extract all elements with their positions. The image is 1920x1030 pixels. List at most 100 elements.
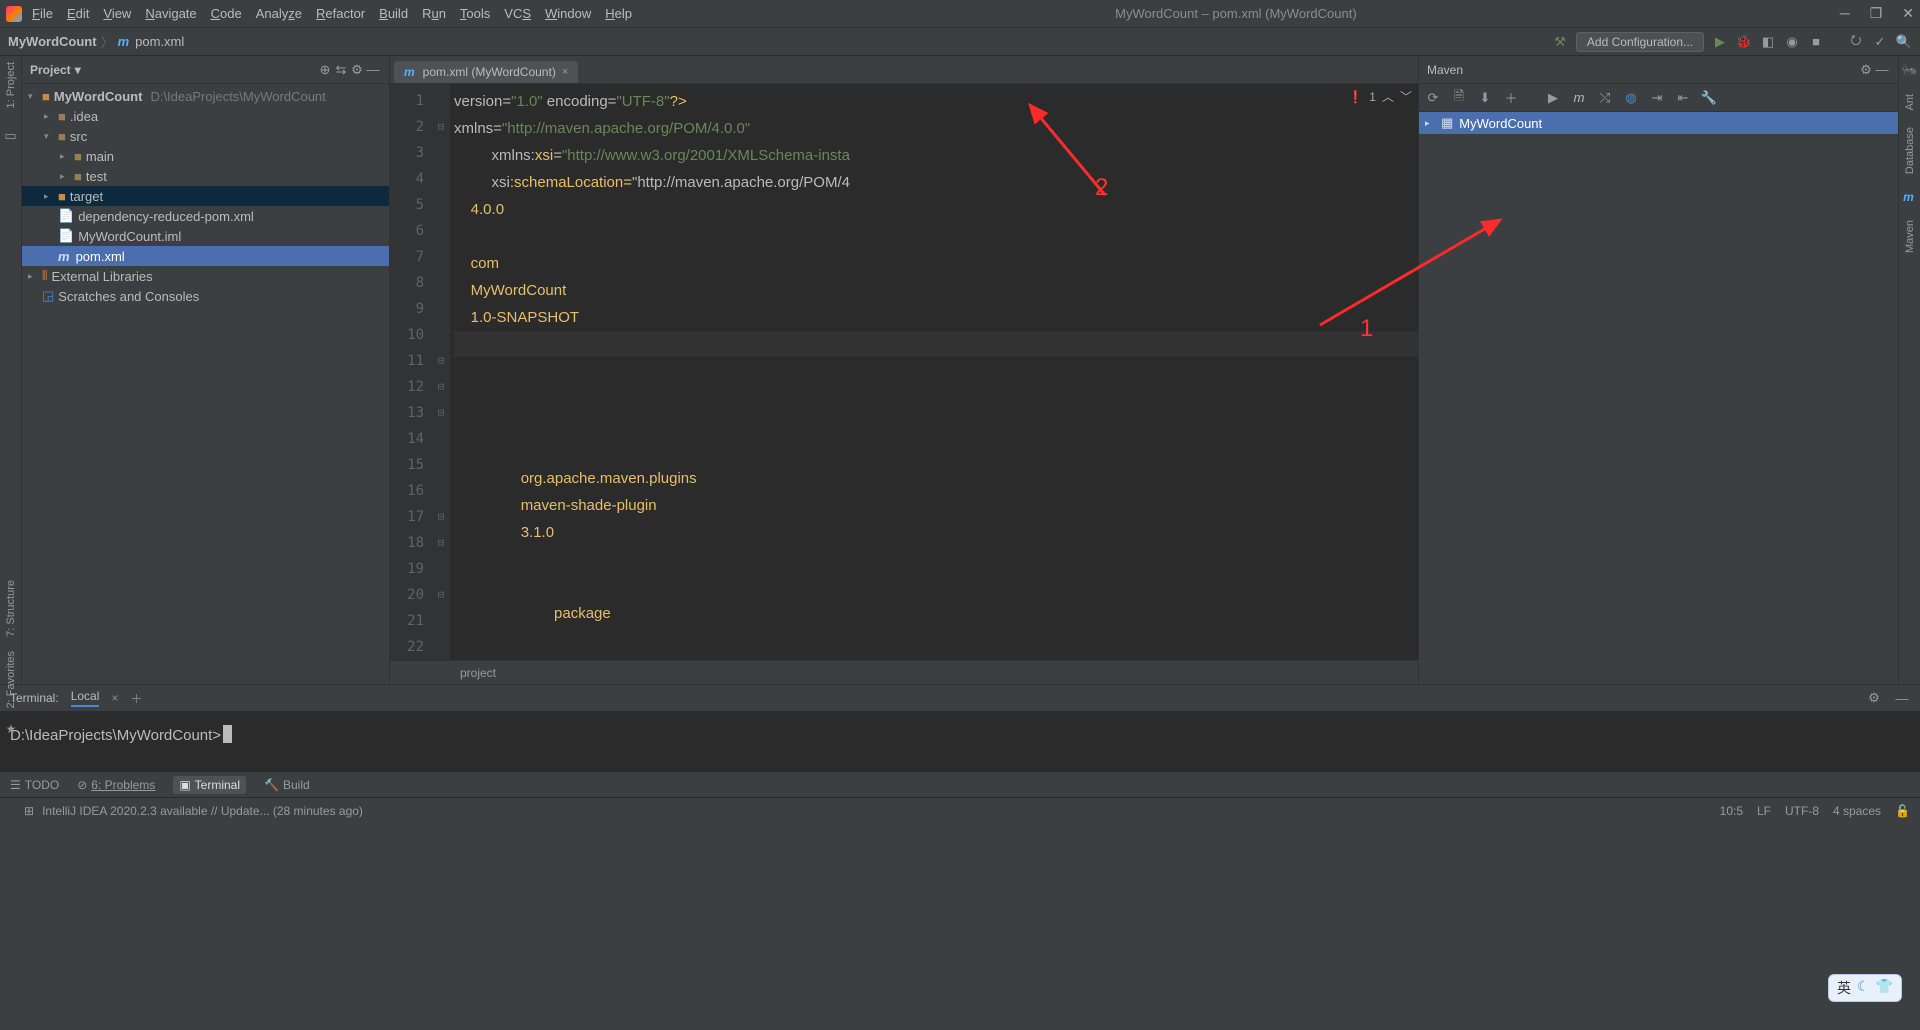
editor-breadcrumb[interactable]: project [390, 660, 1418, 684]
generate-sources-icon[interactable]: 🗎 [1451, 90, 1467, 106]
status-message[interactable]: IntelliJ IDEA 2020.2.3 available // Upda… [42, 804, 363, 818]
maven-tool-window: Maven ⚙ — ⟳ 🗎 ⬇ ＋ ▶ m ⤭ ◍ ⇥ ⇤ 🔧 ▸ ▦ MyWo… [1418, 56, 1898, 684]
close-tab-icon[interactable]: × [562, 66, 568, 78]
tree-idea[interactable]: ▸■.idea [22, 106, 389, 126]
search-icon[interactable]: 🔍 [1896, 34, 1912, 50]
run-maven-icon[interactable]: ▶ [1545, 90, 1561, 106]
build-hammer-icon[interactable]: ⚒ [1552, 34, 1568, 50]
tree-iml[interactable]: 📄MyWordCount.iml [22, 226, 389, 246]
main-menu: File Edit View Navigate Code Analyze Ref… [32, 6, 632, 21]
add-configuration-button[interactable]: Add Configuration... [1576, 32, 1704, 52]
maven-hide-icon[interactable]: — [1874, 62, 1890, 78]
maven-gear-icon[interactable]: ⚙ [1858, 62, 1874, 78]
maven-panel-title: Maven [1427, 63, 1463, 77]
tree-pom[interactable]: mpom.xml [22, 246, 389, 266]
menu-file[interactable]: File [32, 6, 53, 21]
editor[interactable]: 12345678910111213141516171819202122 ⊟⊟⊟⊟… [390, 84, 1418, 660]
expand-all-icon[interactable]: ⇤ [1675, 90, 1691, 106]
error-indicator-icon[interactable]: ❗ [1348, 90, 1363, 104]
hide-icon[interactable]: — [365, 62, 381, 78]
add-icon[interactable]: ＋ [1503, 90, 1519, 106]
left-tab-favorites[interactable]: 2: Favorites [5, 651, 17, 708]
ant-icon[interactable]: 🐜 [1902, 62, 1918, 78]
stop-icon[interactable]: ■ [1808, 34, 1824, 50]
star-icon[interactable]: ★ [6, 722, 17, 736]
maven-stripe-icon[interactable]: m [1903, 190, 1914, 204]
nav-up-icon[interactable]: ︿ [1382, 88, 1394, 105]
status-caret-pos[interactable]: 10:5 [1720, 804, 1743, 818]
bottom-build[interactable]: 🔨 Build [264, 778, 310, 792]
menu-code[interactable]: Code [211, 6, 242, 21]
right-tab-ant[interactable]: Ant [1904, 94, 1916, 111]
menu-tools[interactable]: Tools [460, 6, 490, 21]
status-tool-windows-icon[interactable]: ⊞ [24, 804, 34, 818]
show-deps-icon[interactable]: ◍ [1623, 90, 1639, 106]
tree-root[interactable]: ▾■MyWordCountD:\IdeaProjects\MyWordCount [22, 86, 389, 106]
expand-icon[interactable]: ⇆ [333, 62, 349, 78]
debug-icon[interactable]: 🐞 [1736, 34, 1752, 50]
close-icon[interactable]: ✕ [1902, 5, 1914, 22]
menu-window[interactable]: Window [545, 6, 591, 21]
status-lock-icon[interactable]: 🔓 [1895, 804, 1910, 818]
menu-navigate[interactable]: Navigate [145, 6, 196, 21]
terminal-body[interactable]: D:\IdeaProjects\MyWordCount> [0, 711, 1920, 771]
nav-down-icon[interactable]: ﹀ [1400, 88, 1412, 105]
skip-tests-icon[interactable]: ⤭ [1597, 90, 1613, 106]
tree-dep-pom[interactable]: 📄dependency-reduced-pom.xml [22, 206, 389, 226]
code-content[interactable]: version="1.0" encoding="UTF-8"?> xmlns="… [450, 84, 1418, 660]
left-tab-project[interactable]: 1: Project [5, 62, 17, 108]
right-tab-database[interactable]: Database [1904, 127, 1916, 174]
bottom-terminal[interactable]: ▣ Terminal [173, 776, 246, 794]
project-tree[interactable]: ▾■MyWordCountD:\IdeaProjects\MyWordCount… [22, 84, 389, 684]
maven-toolbar: ⟳ 🗎 ⬇ ＋ ▶ m ⤭ ◍ ⇥ ⇤ 🔧 [1419, 84, 1898, 112]
right-tab-maven[interactable]: Maven [1904, 220, 1916, 253]
menu-help[interactable]: Help [605, 6, 632, 21]
ime-indicator[interactable]: 英 ☾ 👕 [1828, 974, 1902, 1002]
menu-run[interactable]: Run [422, 6, 446, 21]
profile-icon[interactable]: ◉ [1784, 34, 1800, 50]
download-icon[interactable]: ⬇ [1477, 90, 1493, 106]
coverage-icon[interactable]: ◧ [1760, 34, 1776, 50]
minimize-icon[interactable]: ─ [1840, 5, 1850, 22]
bottom-problems[interactable]: ⊘ 6: Problems [77, 778, 155, 792]
tree-src[interactable]: ▾■src [22, 126, 389, 146]
tree-main[interactable]: ▸■main [22, 146, 389, 166]
menu-analyze[interactable]: Analyze [256, 6, 302, 21]
bottom-todo[interactable]: ☰ TODO [10, 778, 59, 792]
wrench-icon[interactable]: 🔧 [1701, 90, 1717, 106]
status-line-sep[interactable]: LF [1757, 804, 1771, 818]
menu-edit[interactable]: Edit [67, 6, 89, 21]
editor-tab-pom[interactable]: mpom.xml (MyWordCount)× [394, 61, 578, 83]
terminal-tab-local[interactable]: Local [71, 689, 100, 707]
maximize-icon[interactable]: ❐ [1870, 5, 1883, 22]
update-project-icon[interactable]: ⭮ [1848, 34, 1864, 50]
terminal-hide-icon[interactable]: — [1894, 690, 1910, 706]
tree-scratches[interactable]: ◲Scratches and Consoles [22, 286, 389, 306]
status-encoding[interactable]: UTF-8 [1785, 804, 1819, 818]
menu-build[interactable]: Build [379, 6, 408, 21]
crumb-project[interactable]: MyWordCount [8, 34, 97, 49]
menu-vcs[interactable]: VCS [504, 6, 531, 21]
folder-icon[interactable]: ▭ [3, 128, 19, 144]
crumb-file[interactable]: pom.xml [135, 34, 184, 49]
commit-icon[interactable]: ✓ [1872, 34, 1888, 50]
gear-icon[interactable]: ⚙ [349, 62, 365, 78]
bottom-tool-stripe: ☰ TODO ⊘ 6: Problems ▣ Terminal 🔨 Build [0, 771, 1920, 797]
terminal-new-tab-icon[interactable]: ＋ [130, 690, 142, 707]
status-indent[interactable]: 4 spaces [1833, 804, 1881, 818]
terminal-tab-close-icon[interactable]: × [111, 691, 118, 705]
collapse-icon[interactable]: ⇥ [1649, 90, 1665, 106]
tree-target[interactable]: ▸■target [22, 186, 389, 206]
left-tab-structure[interactable]: 7: Structure [5, 580, 17, 637]
terminal-gear-icon[interactable]: ⚙ [1866, 690, 1882, 706]
toggle-offline-icon[interactable]: m [1571, 90, 1587, 106]
tree-test[interactable]: ▸■test [22, 166, 389, 186]
run-icon[interactable]: ▶ [1712, 34, 1728, 50]
reload-icon[interactable]: ⟳ [1425, 90, 1441, 106]
maven-project-row[interactable]: ▸ ▦ MyWordCount [1419, 112, 1898, 134]
tree-ext-lib[interactable]: ▸⫴External Libraries [22, 266, 389, 286]
menu-refactor[interactable]: Refactor [316, 6, 365, 21]
fold-gutter[interactable]: ⊟⊟⊟⊟⊟⊟⊟ [432, 84, 450, 660]
menu-view[interactable]: View [103, 6, 131, 21]
locate-icon[interactable]: ⊕ [317, 62, 333, 78]
